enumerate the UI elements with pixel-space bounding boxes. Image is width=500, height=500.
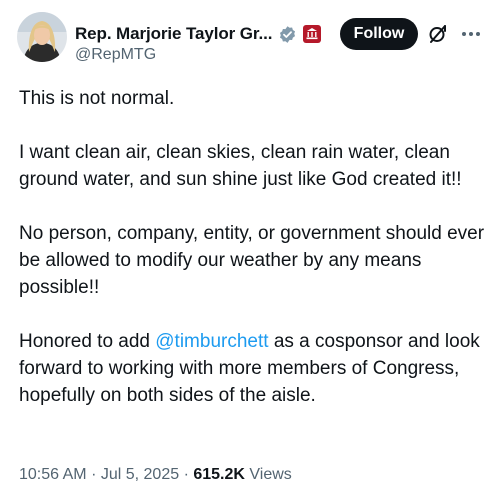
verified-badge-icon[interactable]: [278, 25, 297, 44]
tweet-header: Rep. Marjorie Taylor Gr... @RepMTG Follo…: [0, 0, 500, 80]
tweet-paragraph: Honored to add @timburchett as a cospons…: [19, 328, 487, 409]
tweet-paragraph: No person, company, entity, or governmen…: [19, 223, 485, 298]
mention-link[interactable]: @timburchett: [155, 331, 268, 352]
follow-button[interactable]: Follow: [340, 18, 418, 50]
tweet-metadata: 10:56 AM · Jul 5, 2025 · 615.2K Views: [19, 466, 292, 484]
meta-separator: ·: [183, 466, 189, 483]
meta-separator: ·: [91, 466, 97, 483]
more-options-icon[interactable]: [459, 22, 483, 46]
tweet-text-segment: Honored to add: [19, 331, 156, 352]
tweet-paragraph: This is not normal.: [19, 88, 175, 109]
tweet-date[interactable]: Jul 5, 2025: [101, 466, 179, 483]
views-label: Views: [249, 466, 292, 483]
author-display-name[interactable]: Rep. Marjorie Taylor Gr...: [75, 24, 272, 44]
tweet-paragraph: I want clean air, clean skies, clean rai…: [19, 142, 462, 190]
tweet-text: This is not normal. I want clean air, cl…: [19, 85, 487, 409]
author-handle[interactable]: @RepMTG: [75, 46, 156, 64]
avatar[interactable]: [17, 12, 67, 62]
tweet-time[interactable]: 10:56 AM: [19, 466, 87, 483]
author-name-row: Rep. Marjorie Taylor Gr...: [75, 22, 322, 46]
government-building-icon[interactable]: [303, 25, 322, 43]
grok-icon[interactable]: [426, 22, 450, 46]
views-count[interactable]: 615.2K: [193, 466, 245, 483]
